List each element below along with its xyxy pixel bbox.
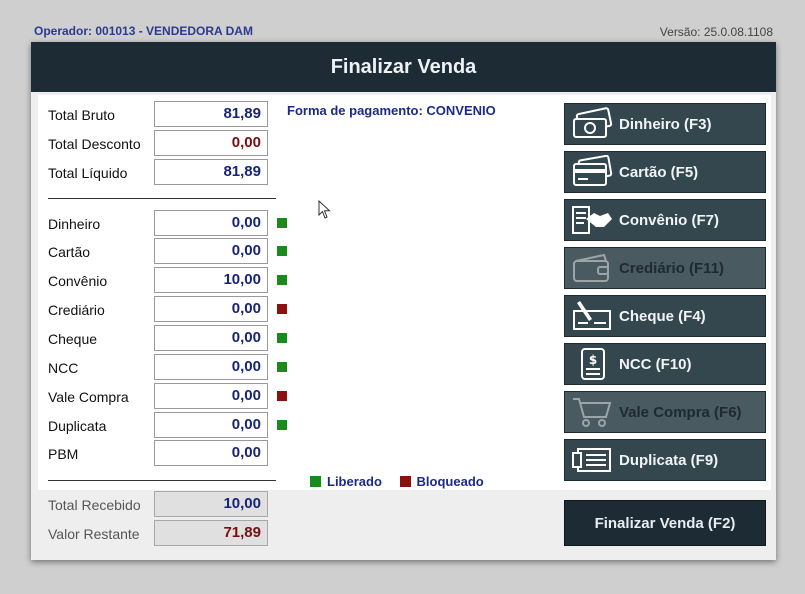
payment-label: NCC <box>48 360 79 376</box>
button-label: Dinheiro (F3) <box>619 115 712 133</box>
payment-row-pbm: PBM 0,00 <box>38 440 298 468</box>
valor-restante-field: 71,89 <box>154 520 268 546</box>
total-liquido-label: Total Líquido <box>48 165 128 181</box>
document-dollar-icon: $ <box>565 343 619 385</box>
window-title: Finalizar Venda <box>31 42 776 92</box>
payment-row-crediario: Crediário 0,00 <box>38 296 298 324</box>
total-desconto-row: Total Desconto 0,00 <box>38 130 298 158</box>
payment-crediario-input[interactable]: 0,00 <box>154 296 268 322</box>
payment-dinheiro-input[interactable]: 0,00 <box>154 210 268 236</box>
payment-row-duplicata: Duplicata 0,00 <box>38 412 298 440</box>
payment-label: Crediário <box>48 302 105 318</box>
cash-icon <box>565 103 619 145</box>
duplicata-button[interactable]: Duplicata (F9) <box>564 439 766 481</box>
status-indicator-liberado <box>277 246 287 256</box>
total-bruto-row: Total Bruto 81,89 <box>38 101 298 129</box>
status-indicator-bloqueado <box>277 391 287 401</box>
mouse-cursor-icon <box>318 200 331 219</box>
total-recebido-label: Total Recebido <box>48 497 141 513</box>
legend-bloqueado: Bloqueado <box>399 474 484 489</box>
payment-row-cheque: Cheque 0,00 <box>38 325 298 353</box>
legend-green-swatch <box>310 476 321 487</box>
payment-ncc-input[interactable]: 0,00 <box>154 354 268 380</box>
payment-form-label: Forma de pagamento: CONVENIO <box>287 103 496 118</box>
ncc-button[interactable]: $ NCC (F10) <box>564 343 766 385</box>
divider-top <box>48 198 276 199</box>
valor-restante-row: Valor Restante 71,89 <box>38 520 298 548</box>
payment-row-vale-compra: Vale Compra 0,00 <box>38 383 298 411</box>
payment-label: Cartão <box>48 244 91 260</box>
top-info-bar: Operador: 001013 - VENDEDORA DAM Versão:… <box>0 0 805 44</box>
status-indicator-liberado <box>277 362 287 372</box>
payment-label: Vale Compra <box>48 389 129 405</box>
status-indicator-liberado <box>277 275 287 285</box>
finalize-sale-button[interactable]: Finalizar Venda (F2) <box>564 500 766 546</box>
status-indicator-liberado <box>277 420 287 430</box>
valor-restante-label: Valor Restante <box>48 526 140 542</box>
crediario-button[interactable]: Crediário (F11) <box>564 247 766 289</box>
total-desconto-label: Total Desconto <box>48 136 141 152</box>
button-label: Crediário (F11) <box>619 259 725 277</box>
dinheiro-button[interactable]: Dinheiro (F3) <box>564 103 766 145</box>
total-bruto-field: 81,89 <box>154 101 268 127</box>
payment-cartao-input[interactable]: 0,00 <box>154 238 268 264</box>
status-legend: Liberado Bloqueado <box>310 474 498 489</box>
total-recebido-row: Total Recebido 10,00 <box>38 491 298 519</box>
payment-label: Convênio <box>48 273 108 289</box>
operator-label: Operador: 001013 - VENDEDORA DAM <box>34 24 253 38</box>
total-recebido-field: 10,00 <box>154 491 268 517</box>
finalize-sale-window: Finalizar Venda Total Bruto 81,89 Total … <box>31 42 776 560</box>
payment-row-ncc: NCC 0,00 <box>38 354 298 382</box>
payment-cheque-input[interactable]: 0,00 <box>154 325 268 351</box>
total-bruto-label: Total Bruto <box>48 107 115 123</box>
wallet-icon <box>565 247 619 289</box>
payment-label: Dinheiro <box>48 216 101 232</box>
receipt-icon <box>565 439 619 481</box>
button-label: Vale Compra (F6) <box>619 403 742 421</box>
payment-row-convenio: Convênio 10,00 <box>38 267 298 295</box>
button-label: Cheque (F4) <box>619 307 706 325</box>
legend-red-swatch <box>399 476 411 487</box>
total-liquido-row: Total Líquido 81,89 <box>38 159 298 187</box>
payment-label: PBM <box>48 446 79 462</box>
payment-duplicata-input[interactable]: 0,00 <box>154 412 268 438</box>
button-label: Cartão (F5) <box>619 163 699 181</box>
svg-text:$: $ <box>589 353 597 367</box>
version-label: Versão: 25.0.08.1108 <box>659 25 773 39</box>
total-desconto-field: 0,00 <box>154 130 268 156</box>
payment-label: Cheque <box>48 331 98 347</box>
legend-liberado: Liberado <box>310 474 382 489</box>
legend-bloqueado-label: Bloqueado <box>416 474 484 489</box>
divider-bottom <box>48 480 276 481</box>
card-icon <box>565 151 619 193</box>
payment-vale-compra-input[interactable]: 0,00 <box>154 383 268 409</box>
sale-panel: Total Bruto 81,89 Total Desconto 0,00 To… <box>38 95 771 490</box>
convenio-button[interactable]: Convênio (F7) <box>564 199 766 241</box>
payment-pbm-input[interactable]: 0,00 <box>154 440 268 466</box>
payment-convenio-input[interactable]: 10,00 <box>154 267 268 293</box>
legend-liberado-label: Liberado <box>327 474 382 489</box>
button-label: Duplicata (F9) <box>619 451 719 469</box>
cartao-button[interactable]: Cartão (F5) <box>564 151 766 193</box>
vale-compra-button[interactable]: Vale Compra (F6) <box>564 391 766 433</box>
button-label: NCC (F10) <box>619 355 692 373</box>
payment-label: Duplicata <box>48 418 107 434</box>
status-indicator-liberado <box>277 333 287 343</box>
status-indicator-liberado <box>277 218 287 228</box>
status-indicator-bloqueado <box>277 304 287 314</box>
cart-icon <box>565 391 619 433</box>
cheque-icon <box>565 295 619 337</box>
payment-row-dinheiro: Dinheiro 0,00 <box>38 210 298 238</box>
handshake-icon <box>565 199 619 241</box>
button-label: Convênio (F7) <box>619 211 719 229</box>
total-liquido-field: 81,89 <box>154 159 268 185</box>
payment-row-cartao: Cartão 0,00 <box>38 238 298 266</box>
cheque-button[interactable]: Cheque (F4) <box>564 295 766 337</box>
